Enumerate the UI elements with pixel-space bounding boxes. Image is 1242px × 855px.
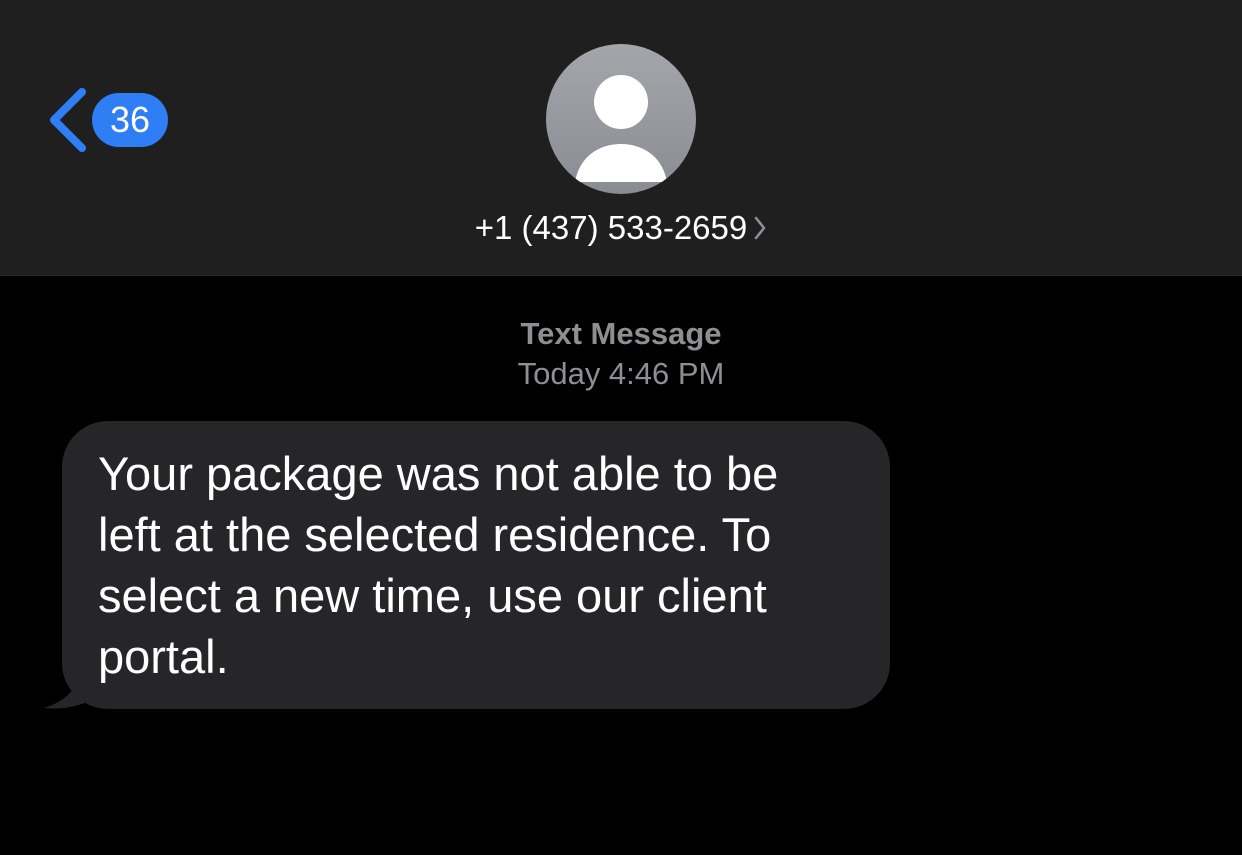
contact-details-link[interactable]: +1 (437) 533-2659	[0, 205, 1242, 251]
person-icon	[575, 75, 667, 182]
unread-count-badge: 36	[92, 93, 168, 147]
incoming-message[interactable]: Your package was not able to be left at …	[44, 421, 890, 709]
conversation-header: 36 +1 (437) 533-2659	[0, 0, 1242, 276]
timestamp-text: Today 4:46 PM	[517, 356, 725, 391]
message-timestamp-header: Text Message Today 4:46 PM	[0, 314, 1242, 394]
message-bubble: Your package was not able to be left at …	[62, 421, 890, 709]
contact-number: +1 (437) 533-2659	[474, 209, 748, 246]
chevron-left-icon	[50, 88, 86, 152]
chevron-right-icon	[754, 216, 766, 240]
contact-avatar[interactable]	[546, 44, 696, 194]
service-label: Text Message	[520, 316, 722, 351]
back-button[interactable]: 36	[44, 84, 168, 156]
